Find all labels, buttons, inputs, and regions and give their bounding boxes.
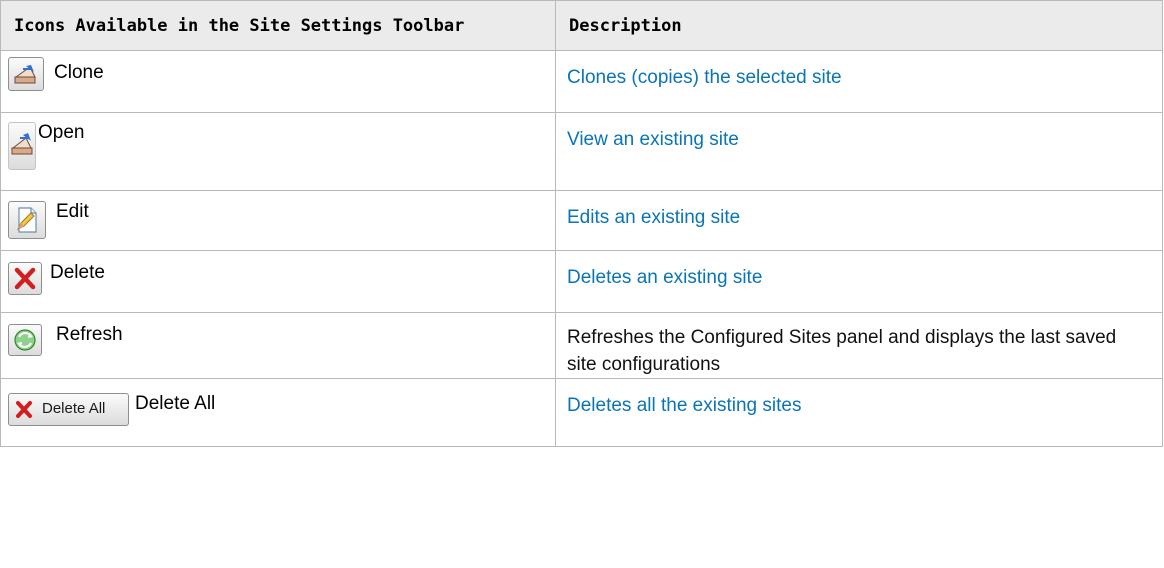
header-description-column: Description [555,0,1163,51]
delete-all-icon[interactable]: Delete All [8,393,129,426]
delete-all-button-text: Delete All [42,400,106,417]
toolbar-item-label: Refresh [56,324,123,345]
description-cell: Clones (copies) the selected site [555,50,1163,113]
table-row: Clone Clones (copies) the selected site [0,50,1163,113]
description-cell: Edits an existing site [555,190,1163,251]
toolbar-item-label: Clone [54,62,104,83]
description-cell: Deletes an existing site [555,250,1163,313]
toolbar-item-label: Delete All [135,393,216,414]
description-cell: Refreshes the Configured Sites panel and… [555,312,1163,379]
icon-cell: Open [0,112,556,191]
open-icon[interactable] [8,122,36,170]
table-header-row: Icons Available in the Site Settings Too… [0,0,1163,51]
toolbar-item-label: Delete [50,262,105,283]
delete-icon[interactable] [8,262,42,295]
table-row: Delete All Delete All Deletes all the ex… [0,378,1163,447]
icon-cell: Delete [0,250,556,313]
clone-icon[interactable] [8,57,44,91]
description-cell: View an existing site [555,112,1163,191]
icon-cell: Edit [0,190,556,251]
table-row: Delete Deletes an existing site [0,250,1163,313]
description-cell: Deletes all the existing sites [555,378,1163,447]
refresh-icon[interactable] [8,324,42,356]
table-row: Edit Edits an existing site [0,190,1163,251]
table-row: Open View an existing site [0,112,1163,191]
icon-cell: Refresh [0,312,556,379]
edit-icon[interactable] [8,201,46,239]
toolbar-item-label: Open [38,122,85,143]
table-row: Refresh Refreshes the Configured Sites p… [0,312,1163,379]
toolbar-item-label: Edit [56,201,89,222]
header-icons-column: Icons Available in the Site Settings Too… [0,0,556,51]
icon-cell: Delete All Delete All [0,378,556,447]
icon-cell: Clone [0,50,556,113]
site-settings-icons-table: Icons Available in the Site Settings Too… [0,0,1163,447]
